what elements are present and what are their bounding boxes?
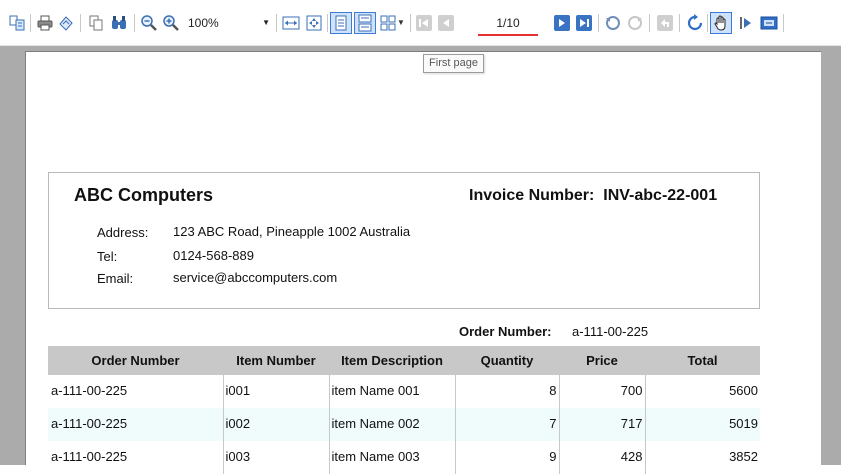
toolbar-separator <box>80 14 81 32</box>
cell-total: 5019 <box>644 408 760 441</box>
chevron-down-icon[interactable]: ▼ <box>397 18 405 27</box>
first-page-icon[interactable] <box>415 14 433 32</box>
toolbar-separator <box>134 14 135 32</box>
report-viewer[interactable]: ABC Computers Invoice Number: INV-abc-22… <box>0 46 841 474</box>
address-value: 123 ABC Road, Pineapple 1002 Australia <box>173 224 411 239</box>
toolbar-separator <box>276 14 277 32</box>
cell-quantity: 7 <box>454 408 559 441</box>
column-header-item-description: Item Description <box>329 346 455 375</box>
page-indicator: 1/10 <box>496 16 520 30</box>
toolbar-separator <box>679 14 680 32</box>
cell-total: 5600 <box>644 375 760 408</box>
forward-icon[interactable] <box>626 14 644 32</box>
company-name: ABC Computers <box>74 185 214 205</box>
report-toolbar: 100% ▼ ▼ 1/10 <box>0 0 841 46</box>
toolbar-separator <box>410 14 411 32</box>
cell-price: 700 <box>558 375 645 408</box>
email-label: Email: <box>97 271 134 286</box>
cell-total: 3852 <box>644 441 760 474</box>
toolbar-separator <box>707 14 708 32</box>
zoom-in-icon[interactable] <box>162 14 180 32</box>
invoice-number-value: INV-abc-22-001 <box>603 187 718 204</box>
find-icon[interactable] <box>110 14 128 32</box>
zoom-select[interactable]: 100% ▼ <box>186 14 272 32</box>
cell-price: 428 <box>558 441 645 474</box>
table-header-row: Order Number Item Number Item Descriptio… <box>48 346 760 375</box>
next-page-icon[interactable] <box>553 14 571 32</box>
print-icon[interactable] <box>36 14 54 32</box>
toolbar-separator <box>30 14 31 32</box>
refresh-icon[interactable] <box>686 14 704 32</box>
previous-page-icon[interactable] <box>437 14 455 32</box>
cell-price: 717 <box>558 408 645 441</box>
cell-quantity: 8 <box>454 375 559 408</box>
cell-order-number: a-111-00-225 <box>48 408 223 441</box>
copy-icon[interactable] <box>87 14 105 32</box>
tel-value: 0124-568-889 <box>173 248 254 263</box>
invoice-number-label: Invoice Number: <box>469 187 595 204</box>
table-row: a-111-00-225 i002 item Name 002 7 717 50… <box>48 408 760 441</box>
cell-order-number: a-111-00-225 <box>51 449 128 464</box>
multipage-icon[interactable] <box>379 14 397 32</box>
page-number-input[interactable]: 1/10 <box>478 14 538 36</box>
toolbar-separator <box>327 14 328 32</box>
address-label: Address: <box>97 225 149 240</box>
invoice-header: ABC Computers Invoice Number: INV-abc-22… <box>48 172 760 309</box>
single-page-icon[interactable] <box>330 12 352 34</box>
cell-item-number: i001 <box>222 375 329 408</box>
document-map-icon[interactable] <box>8 14 26 32</box>
vertical-scrollbar[interactable] <box>821 46 841 465</box>
continuous-icon[interactable] <box>354 12 376 34</box>
fit-width-icon[interactable] <box>282 14 300 32</box>
back-to-parent-icon[interactable] <box>656 14 674 32</box>
email-value: service@abccomputers.com <box>173 270 338 285</box>
column-header-price: Price <box>559 346 645 375</box>
order-number-label: Order Number: <box>459 324 552 339</box>
chevron-down-icon[interactable]: ▼ <box>262 14 270 32</box>
toolbar-separator <box>598 14 599 32</box>
order-number-value: a-111-00-225 <box>572 324 649 339</box>
column-header-order-number: Order Number <box>48 346 223 375</box>
pan-icon[interactable] <box>710 12 732 34</box>
column-header-total: Total <box>645 346 760 375</box>
zoom-out-icon[interactable] <box>140 14 158 32</box>
toolbar-separator <box>649 14 650 32</box>
cell-order-number: a-111-00-225 <box>51 383 128 398</box>
cell-item-description: item Name 001 <box>328 375 455 408</box>
toolbar-separator <box>783 14 784 32</box>
invoice-items-table: Order Number Item Number Item Descriptio… <box>48 346 760 474</box>
column-header-quantity: Quantity <box>455 346 559 375</box>
page-indicator-underline <box>478 34 538 36</box>
cell-item-number: i002 <box>222 408 329 441</box>
cell-item-number: i003 <box>222 441 329 474</box>
invoice-number: Invoice Number: INV-abc-22-001 <box>469 187 717 205</box>
column-header-item-number: Item Number <box>223 346 329 375</box>
table-row: a-111-00-225 i001 item Name 001 8 700 56… <box>48 375 760 408</box>
backward-icon[interactable] <box>604 14 622 32</box>
selection-icon[interactable] <box>737 14 755 32</box>
zoom-value: 100% <box>188 16 219 30</box>
last-page-icon[interactable] <box>575 14 593 32</box>
page-setup-icon[interactable] <box>57 14 75 32</box>
cell-item-description: item Name 002 <box>328 408 455 441</box>
cell-item-description: item Name 003 <box>328 441 455 474</box>
cell-quantity: 9 <box>454 441 559 474</box>
table-row: a-111-00-225 i003 item Name 003 9 428 38… <box>48 441 760 474</box>
fit-page-icon[interactable] <box>305 14 323 32</box>
snapshot-icon[interactable] <box>760 14 778 32</box>
tel-label: Tel: <box>97 249 118 264</box>
first-page-tooltip: First page <box>423 54 484 73</box>
report-page: ABC Computers Invoice Number: INV-abc-22… <box>25 51 821 474</box>
